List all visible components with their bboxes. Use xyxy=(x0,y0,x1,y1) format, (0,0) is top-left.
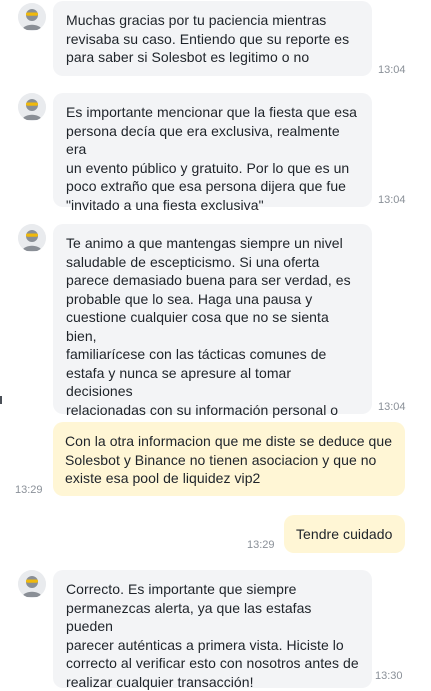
message-bubble-agent: Es importante mencionar que la fiesta qu… xyxy=(53,93,372,213)
message-bubble-user: Tendre cuidado xyxy=(284,515,405,553)
message-timestamp: 13:04 xyxy=(378,64,406,76)
message-timestamp: 13:04 xyxy=(378,401,406,413)
message-text: Tendre cuidado xyxy=(296,526,393,542)
support-agent-avatar-icon xyxy=(18,93,46,121)
message-bubble-agent: Correcto. Es importante que siempre perma… xyxy=(53,570,372,690)
chat-thread: Muchas gracias por tu paciencia mientras… xyxy=(0,0,431,690)
message-text: Con la otra informacion que me diste se … xyxy=(65,433,393,486)
message-text: Te animo a que mantengas siempre un nive… xyxy=(66,235,351,436)
message-bubble-agent: Te animo a que mantengas siempre un nive… xyxy=(53,224,372,436)
support-agent-avatar-icon xyxy=(18,570,46,598)
message-bubble-agent: Muchas gracias por tu paciencia mientras… xyxy=(53,1,372,76)
message-text: Muchas gracias por tu paciencia mientras… xyxy=(66,12,350,65)
support-agent-avatar-icon xyxy=(18,3,46,31)
message-timestamp: 13:30 xyxy=(375,670,403,682)
scroll-edge-marker xyxy=(0,396,2,404)
message-timestamp: 13:29 xyxy=(247,539,275,551)
message-timestamp: 13:29 xyxy=(15,484,43,496)
message-text: Es importante mencionar que la fiesta qu… xyxy=(66,104,357,213)
message-bubble-user: Con la otra informacion que me diste se … xyxy=(53,422,405,496)
message-text: Correcto. Es importante que siempre perma… xyxy=(66,581,359,690)
support-agent-avatar-icon xyxy=(18,224,46,252)
message-timestamp: 13:04 xyxy=(378,194,406,206)
